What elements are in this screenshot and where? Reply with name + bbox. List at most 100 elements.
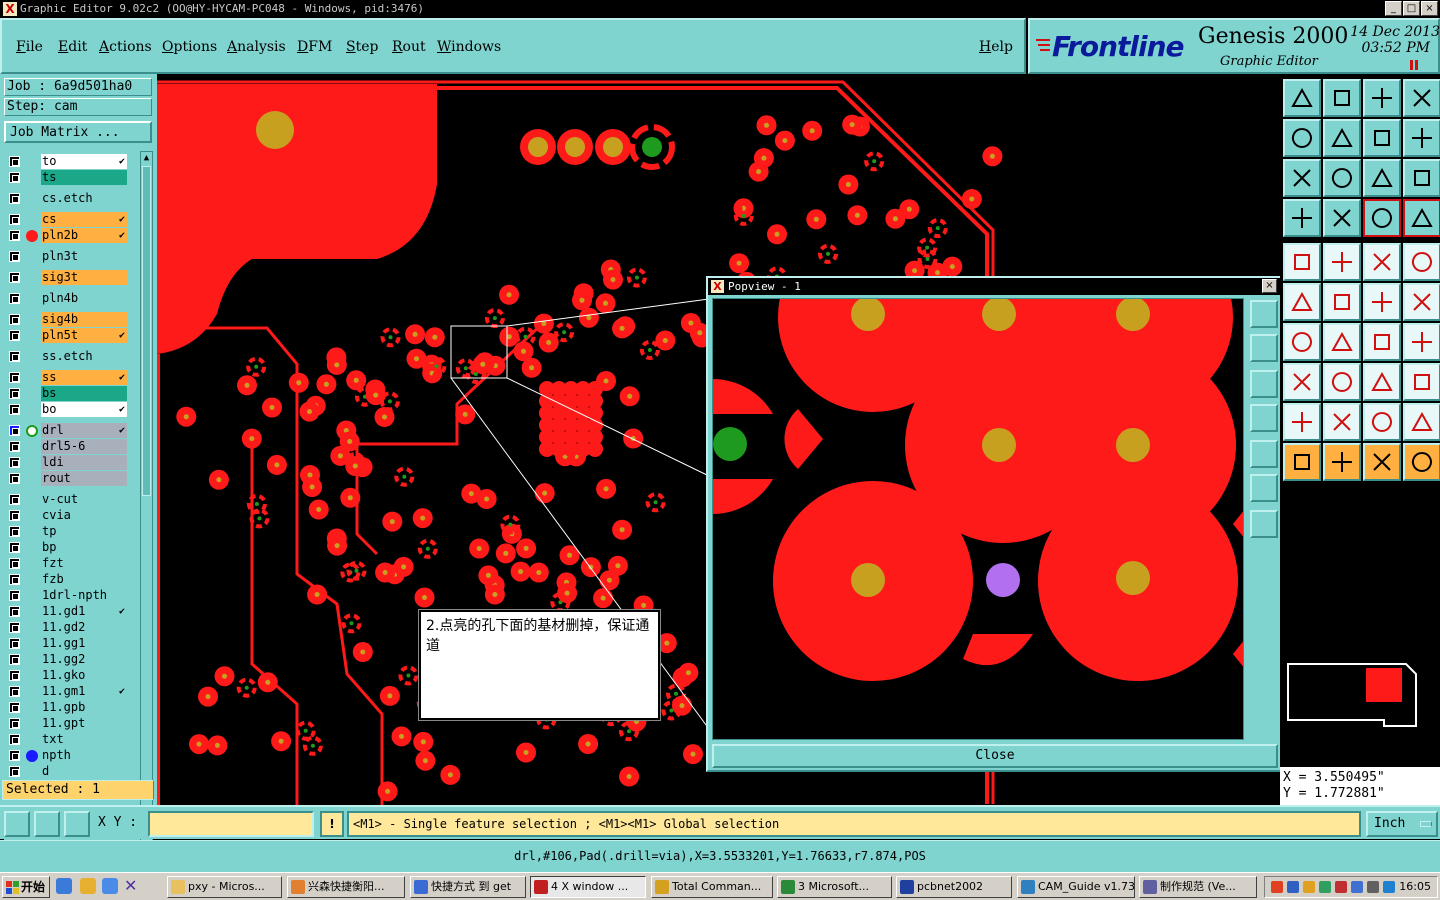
layer-display-checkbox[interactable]: [9, 750, 20, 761]
layer-scrollbar[interactable]: ▲ ▼: [140, 151, 153, 851]
layer-row-ts[interactable]: ts: [4, 170, 128, 185]
layer-display-checkbox[interactable]: [9, 494, 20, 505]
home-icon[interactable]: [1363, 79, 1401, 117]
units-selector[interactable]: Inch: [1366, 811, 1438, 837]
zoom-fit-icon[interactable]: [1363, 119, 1401, 157]
menu-actions[interactable]: Actions: [99, 39, 152, 55]
layer-row-bo[interactable]: bo ✔: [4, 402, 128, 417]
layer-display-checkbox[interactable]: [9, 670, 20, 681]
taskbar-task[interactable]: pxy - Micros...: [167, 876, 282, 898]
layer-row-pln5t[interactable]: pln5t ✔: [4, 328, 128, 343]
cursor-outline-icon[interactable]: [1363, 443, 1401, 481]
overview-minimap[interactable]: [1284, 660, 1436, 732]
snap-point-icon[interactable]: [1403, 283, 1440, 321]
menu-analysis[interactable]: Analysis: [227, 39, 286, 55]
tray-icon[interactable]: [1319, 881, 1331, 893]
layer-display-checkbox[interactable]: [9, 372, 20, 383]
maximize-button[interactable]: □: [1403, 1, 1420, 16]
layer-row-11.gd1[interactable]: 11.gd1 ✔: [4, 604, 128, 619]
layer-display-checkbox[interactable]: [9, 425, 20, 436]
layer-display-checkbox[interactable]: [9, 441, 20, 452]
layer-row-tp[interactable]: tp: [4, 524, 128, 539]
center-icon[interactable]: [1323, 159, 1361, 197]
layer-row-11.gg2[interactable]: 11.gg2: [4, 652, 128, 667]
quick-launch-icon[interactable]: [80, 878, 96, 894]
menu-options[interactable]: Options: [162, 39, 217, 55]
layer-display-checkbox[interactable]: [9, 654, 20, 665]
add-pad-icon[interactable]: [1283, 243, 1321, 281]
layer-display-checkbox[interactable]: [9, 510, 20, 521]
tray-icon[interactable]: [1335, 881, 1347, 893]
layer-row-rout[interactable]: rout: [4, 471, 128, 486]
start-button[interactable]: 开始: [2, 876, 50, 898]
help-icon[interactable]: [1403, 159, 1440, 197]
layer-display-checkbox[interactable]: [9, 314, 20, 325]
grid-icon[interactable]: [1323, 199, 1361, 237]
popview-pan-up-icon[interactable]: [1250, 334, 1278, 362]
layer-row-sig4b[interactable]: sig4b: [4, 312, 128, 327]
layer-row-11.gko[interactable]: 11.gko: [4, 668, 128, 683]
triangle-dim-icon[interactable]: [1403, 403, 1440, 441]
layer-display-checkbox[interactable]: [9, 351, 20, 362]
select-arrow-outline-icon[interactable]: [1363, 403, 1401, 441]
ruler-icon[interactable]: [1363, 243, 1401, 281]
layer-display-checkbox[interactable]: [9, 590, 20, 601]
layer-display-checkbox[interactable]: [9, 473, 20, 484]
layer-display-checkbox[interactable]: [9, 766, 20, 777]
menu-windows[interactable]: Windows: [437, 39, 501, 55]
layer-display-checkbox[interactable]: [9, 638, 20, 649]
select-arrow-icon[interactable]: [1323, 403, 1361, 441]
popview-zoom-out-icon[interactable]: [1250, 510, 1278, 538]
menu-step[interactable]: Step: [346, 39, 378, 55]
scale-1-2-icon[interactable]: [1363, 159, 1401, 197]
cursor-icon[interactable]: [1283, 443, 1321, 481]
tray-icon[interactable]: [1383, 881, 1395, 893]
network-icon[interactable]: [1367, 881, 1379, 893]
layer-display-checkbox[interactable]: [9, 718, 20, 729]
edit-shape-icon[interactable]: [1323, 243, 1361, 281]
layer-row-pln3t[interactable]: pln3t: [4, 249, 128, 264]
cursor-select-icon[interactable]: [1323, 443, 1361, 481]
taskbar-task[interactable]: 4 X window ...: [530, 876, 646, 898]
layer-row-ss.etch[interactable]: ss.etch: [4, 349, 128, 364]
layer-row-txt[interactable]: txt: [4, 732, 128, 747]
layer-display-checkbox[interactable]: [9, 734, 20, 745]
layer-snap-active-icon[interactable]: [1403, 199, 1440, 237]
layer-display-checkbox[interactable]: [9, 193, 20, 204]
taskbar-task[interactable]: 快捷方式 到 get: [410, 876, 526, 898]
scroll-thumb[interactable]: [142, 166, 151, 496]
select-circle-icon[interactable]: [1403, 243, 1440, 281]
layer-row-cs.etch[interactable]: cs.etch: [4, 191, 128, 206]
taskbar-task[interactable]: CAM_Guide v1.73: [1017, 876, 1135, 898]
minimize-button[interactable]: _: [1385, 1, 1402, 16]
taskbar-task[interactable]: Total Comman...: [651, 876, 773, 898]
layer-row-v-cut[interactable]: v-cut: [4, 492, 128, 507]
layer-display-checkbox[interactable]: [9, 606, 20, 617]
layer-row-cs[interactable]: cs ✔: [4, 212, 128, 227]
split-view-icon[interactable]: [1403, 79, 1440, 117]
layer-display-checkbox[interactable]: [9, 214, 20, 225]
flip-icon[interactable]: [1403, 323, 1440, 361]
layer-display-checkbox[interactable]: [9, 526, 20, 537]
layer-display-checkbox[interactable]: [9, 230, 20, 241]
job-matrix-button[interactable]: Job Matrix ...: [4, 121, 152, 143]
fill-icon[interactable]: [1403, 363, 1440, 401]
redraw-icon[interactable]: [1403, 119, 1440, 157]
layer-row-11.gd2[interactable]: 11.gd2: [4, 620, 128, 635]
layer-display-checkbox[interactable]: [9, 622, 20, 633]
layer-row-11.gpt[interactable]: 11.gpt: [4, 716, 128, 731]
popview-pan-left-icon[interactable]: [1250, 404, 1278, 432]
layer-display-checkbox[interactable]: [9, 457, 20, 468]
layer-display-checkbox[interactable]: [9, 388, 20, 399]
layer-display-checkbox[interactable]: [9, 172, 20, 183]
layer-row-cvia[interactable]: cvia: [4, 508, 128, 523]
layer-row-ldi[interactable]: ldi: [4, 455, 128, 470]
taskbar-task[interactable]: pcbnet2002: [896, 876, 1012, 898]
menu-dfm[interactable]: DFM: [297, 39, 332, 55]
layer-row-drl5-6[interactable]: drl5-6: [4, 439, 128, 454]
layer-row-11.gpb[interactable]: 11.gpb: [4, 700, 128, 715]
menu-help[interactable]: Help: [979, 39, 1013, 55]
layer-display-checkbox[interactable]: [9, 686, 20, 697]
tray-icon[interactable]: [1287, 881, 1299, 893]
popview-pan-right-icon[interactable]: [1250, 440, 1278, 468]
